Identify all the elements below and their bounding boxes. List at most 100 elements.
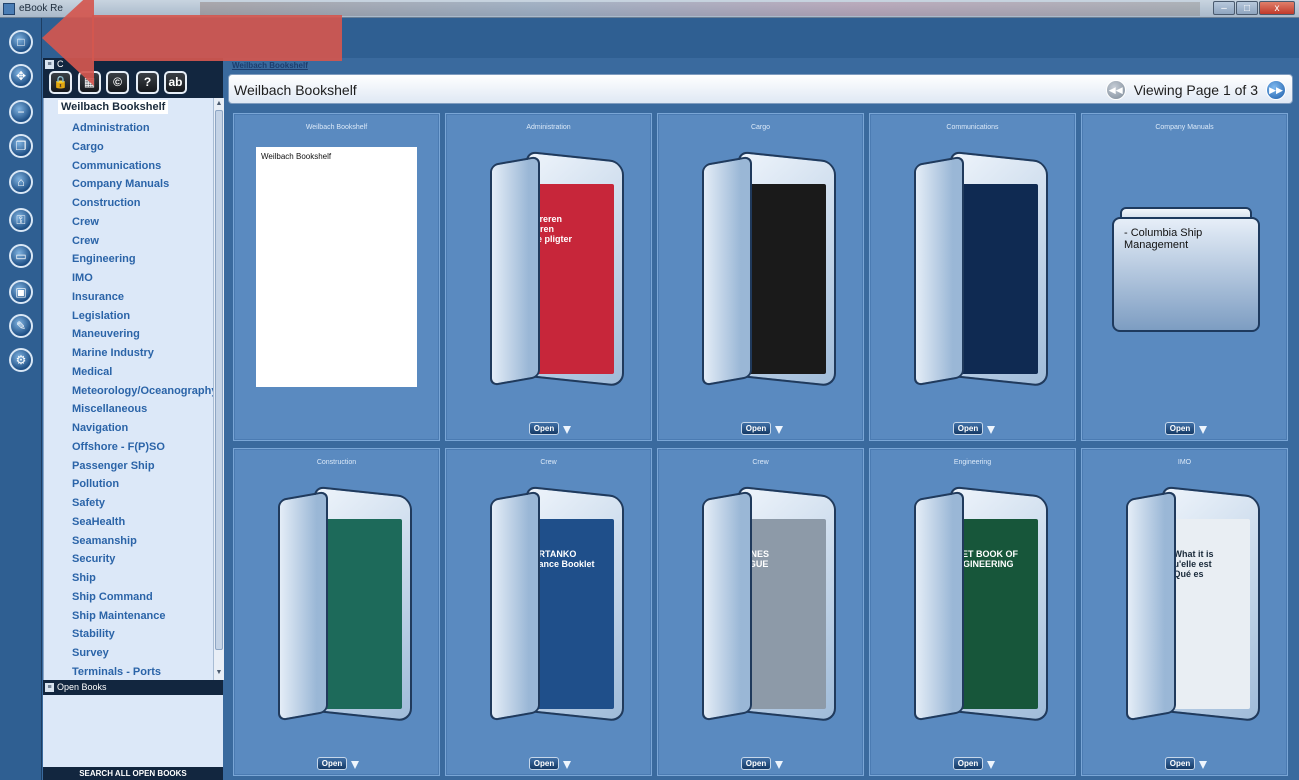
book-card[interactable]: Weilbach Bookshelf Weilbach Bookshelf <box>233 113 440 441</box>
tree-scrollbar[interactable]: ▲ ▼ <box>213 98 224 680</box>
category-item[interactable]: Meteorology/Oceanography <box>72 382 217 401</box>
previous-page-button[interactable]: ◀◀ <box>1105 80 1126 100</box>
collapse-icon[interactable]: − <box>9 100 33 124</box>
open-book-button[interactable]: Open <box>1165 757 1195 770</box>
dropdown-arrow-icon[interactable] <box>775 426 783 434</box>
category-item[interactable]: Navigation <box>72 419 217 438</box>
category-item[interactable]: IMO <box>72 269 217 288</box>
next-page-button[interactable]: ▶▶ <box>1266 80 1286 100</box>
title-bar-background <box>200 2 1200 16</box>
category-item[interactable]: Crew <box>72 232 217 251</box>
page-icon[interactable]: ▣ <box>9 280 33 304</box>
edit-icon[interactable]: ✎ <box>9 314 33 338</box>
lock-icon[interactable]: ⚿ <box>9 208 33 232</box>
open-book-button[interactable]: Open <box>317 757 347 770</box>
dropdown-arrow-icon[interactable] <box>775 761 783 769</box>
book-folder-icon: DELINES FATIGUE <box>696 485 836 723</box>
scroll-down-arrow-icon[interactable]: ▼ <box>215 668 223 678</box>
copy-icon[interactable]: ❐ <box>9 134 33 158</box>
category-item[interactable]: Safety <box>72 494 217 513</box>
book-card[interactable]: Crew DELINES FATIGUE Open <box>657 448 864 776</box>
category-item[interactable]: Seamanship <box>72 532 217 551</box>
book-folder-icon: ODE <box>696 150 836 388</box>
open-books-header: ≡ Open Books <box>43 680 223 695</box>
category-list: Administration Cargo Communications Company… <box>72 119 217 682</box>
arrow-head <box>42 0 94 86</box>
category-item[interactable]: SeaHealth <box>72 513 217 532</box>
book-card-title: Cargo <box>750 124 771 131</box>
category-item[interactable]: Cargo <box>72 138 217 157</box>
side-icon-rail: □ ✥ − ❐ ⌂ ⚿ ▭ ▣ ✎ ⚙ <box>0 18 42 780</box>
book-folder-icon: is <box>908 150 1048 388</box>
book-card[interactable]: Crew INTERTANKO Guidance Booklet Open <box>445 448 652 776</box>
book-card-title: Company Manuals <box>1155 124 1214 131</box>
dropdown-arrow-icon[interactable] <box>563 761 571 769</box>
open-book-button[interactable]: Open <box>529 757 559 770</box>
category-item[interactable]: Pollution <box>72 475 217 494</box>
dropdown-arrow-icon[interactable] <box>1199 426 1207 434</box>
manual-label: - Columbia Ship Management <box>1124 227 1203 251</box>
dropdown-arrow-icon[interactable] <box>1199 761 1207 769</box>
category-item[interactable]: Company Manuals <box>72 175 217 194</box>
category-item[interactable]: Construction <box>72 194 217 213</box>
category-item[interactable]: Engineering <box>72 250 217 269</box>
category-item[interactable]: Survey <box>72 644 217 663</box>
book-card-title: IMO <box>1177 459 1192 466</box>
category-item[interactable]: Terminals - Ports <box>72 663 217 682</box>
search-all-open-books-button[interactable]: SEARCH ALL OPEN BOOKS <box>43 767 223 780</box>
dropdown-arrow-icon[interactable] <box>351 761 359 769</box>
book-card-title: Crew <box>540 459 557 466</box>
category-item[interactable]: Marine Industry <box>72 344 217 363</box>
folder-front-flap <box>702 155 752 387</box>
category-item[interactable]: Ship <box>72 569 217 588</box>
close-button[interactable]: x <box>1259 1 1295 15</box>
book-card[interactable]: Cargo ODE Open <box>657 113 864 441</box>
category-item[interactable]: Offshore - F(P)SO <box>72 438 217 457</box>
book-card[interactable]: Engineering OCKET BOOK OF E ENGINEERING Op… <box>869 448 1076 776</box>
book-card[interactable]: Communications is Open <box>869 113 1076 441</box>
book-folder-icon: OCKET BOOK OF E ENGINEERING <box>908 485 1048 723</box>
scroll-up-arrow-icon[interactable]: ▲ <box>215 99 223 109</box>
book-card-title: Construction <box>316 459 357 466</box>
screen-icon[interactable]: ▭ <box>9 244 33 268</box>
category-item[interactable]: Medical <box>72 363 217 382</box>
category-item[interactable]: Communications <box>72 157 217 176</box>
category-item[interactable]: Security <box>72 550 217 569</box>
open-books-collapse-button[interactable]: ≡ <box>45 683 54 692</box>
maximize-button[interactable]: □ <box>1236 1 1258 15</box>
category-item[interactable]: Miscellaneous <box>72 400 217 419</box>
minimize-button[interactable]: – <box>1213 1 1235 15</box>
open-book-button[interactable]: Open <box>741 422 771 435</box>
home-icon[interactable]: ⌂ <box>9 170 33 194</box>
open-book-button[interactable]: Open <box>1165 422 1195 435</box>
book-card[interactable]: Company Manuals - Columbia Ship Managemen… <box>1081 113 1288 441</box>
category-item[interactable]: Ship Maintenance <box>72 607 217 626</box>
scrollbar-thumb[interactable] <box>215 110 223 650</box>
open-book-button[interactable]: Open <box>529 422 559 435</box>
category-item[interactable]: Maneuvering <box>72 325 217 344</box>
category-item[interactable]: Insurance <box>72 288 217 307</box>
expand-icon[interactable]: ✥ <box>9 64 33 88</box>
book-card[interactable]: Administration ibsføreren sføreren rative… <box>445 113 652 441</box>
category-item[interactable]: Crew <box>72 213 217 232</box>
folder-front-flap <box>1126 490 1176 722</box>
book-card[interactable]: IMO IMO What it is Ce qu'elle est OMI Qué… <box>1081 448 1288 776</box>
category-item[interactable]: Stability <box>72 625 217 644</box>
book-icon[interactable]: □ <box>9 30 33 54</box>
dropdown-arrow-icon[interactable] <box>987 426 995 434</box>
category-item[interactable]: Ship Command <box>72 588 217 607</box>
dropdown-arrow-icon[interactable] <box>563 426 571 434</box>
open-book-button[interactable]: Open <box>741 757 771 770</box>
settings-icon[interactable]: ⚙ <box>9 348 33 372</box>
tree-root-item[interactable]: Weilbach Bookshelf <box>58 100 169 114</box>
category-item[interactable]: Administration <box>72 119 217 138</box>
manual-folder-icon: - Columbia Ship Management <box>1112 207 1260 332</box>
open-book-button[interactable]: Open <box>953 422 983 435</box>
red-pointer-arrow <box>42 0 342 100</box>
category-item[interactable]: Legislation <box>72 307 217 326</box>
category-item[interactable]: Passenger Ship <box>72 457 217 476</box>
book-card[interactable]: Construction TP Open <box>233 448 440 776</box>
dropdown-arrow-icon[interactable] <box>987 761 995 769</box>
book-card-title: Crew <box>752 459 769 466</box>
open-book-button[interactable]: Open <box>953 757 983 770</box>
